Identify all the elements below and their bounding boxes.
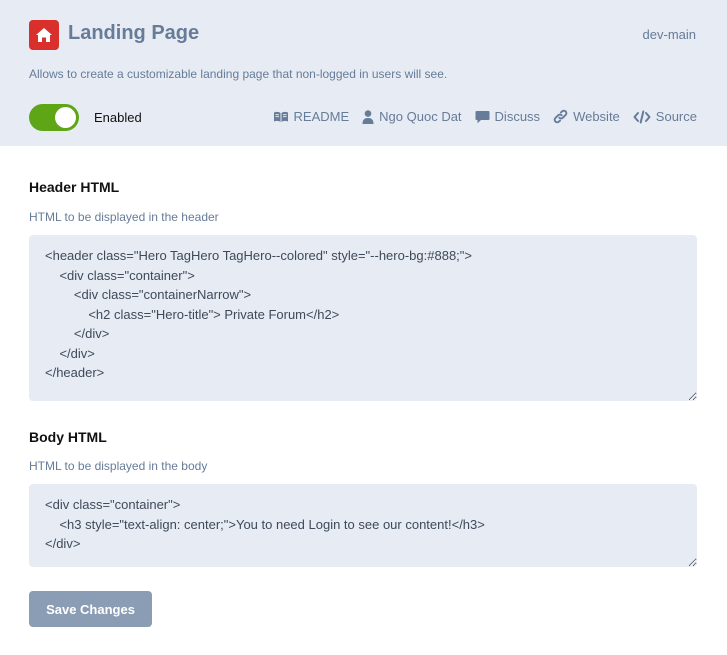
save-changes-button[interactable]: Save Changes xyxy=(29,591,152,627)
readme-label: README xyxy=(293,109,350,124)
body-html-title: Body HTML xyxy=(29,429,107,445)
extension-header: Landing Page dev-main Allows to create a… xyxy=(0,0,727,146)
body-html-help: HTML to be displayed in the body xyxy=(29,459,208,473)
body-html-textarea[interactable]: <div class="container"> <h3 style="text-… xyxy=(29,484,697,567)
source-label: Source xyxy=(655,109,697,124)
extension-links: README Ngo Quoc Dat Discuss Website Sour… xyxy=(273,109,697,124)
author-label: Ngo Quoc Dat xyxy=(379,109,462,124)
comment-icon xyxy=(475,110,490,123)
header-html-textarea[interactable]: <header class="Hero TagHero TagHero--col… xyxy=(29,235,697,401)
toggle-knob xyxy=(55,107,76,128)
extension-title: Landing Page xyxy=(68,22,200,44)
home-icon xyxy=(36,28,52,42)
extension-icon xyxy=(29,20,59,50)
extension-description: Allows to create a customizable landing … xyxy=(29,67,448,81)
header-html-title: Header HTML xyxy=(29,179,120,195)
extension-version: dev-main xyxy=(642,27,696,42)
source-link[interactable]: Source xyxy=(633,109,697,124)
code-icon xyxy=(633,110,651,123)
enable-toggle[interactable] xyxy=(29,104,79,131)
readme-link[interactable]: README xyxy=(273,109,350,124)
header-html-help: HTML to be displayed in the header xyxy=(29,210,219,224)
website-label: Website xyxy=(573,109,620,124)
link-icon xyxy=(553,109,568,124)
discuss-label: Discuss xyxy=(494,109,541,124)
user-icon xyxy=(362,109,374,124)
author-link[interactable]: Ngo Quoc Dat xyxy=(362,109,462,124)
website-link[interactable]: Website xyxy=(553,109,620,124)
toggle-label: Enabled xyxy=(94,110,142,125)
discuss-link[interactable]: Discuss xyxy=(475,109,541,124)
book-icon xyxy=(273,111,288,122)
